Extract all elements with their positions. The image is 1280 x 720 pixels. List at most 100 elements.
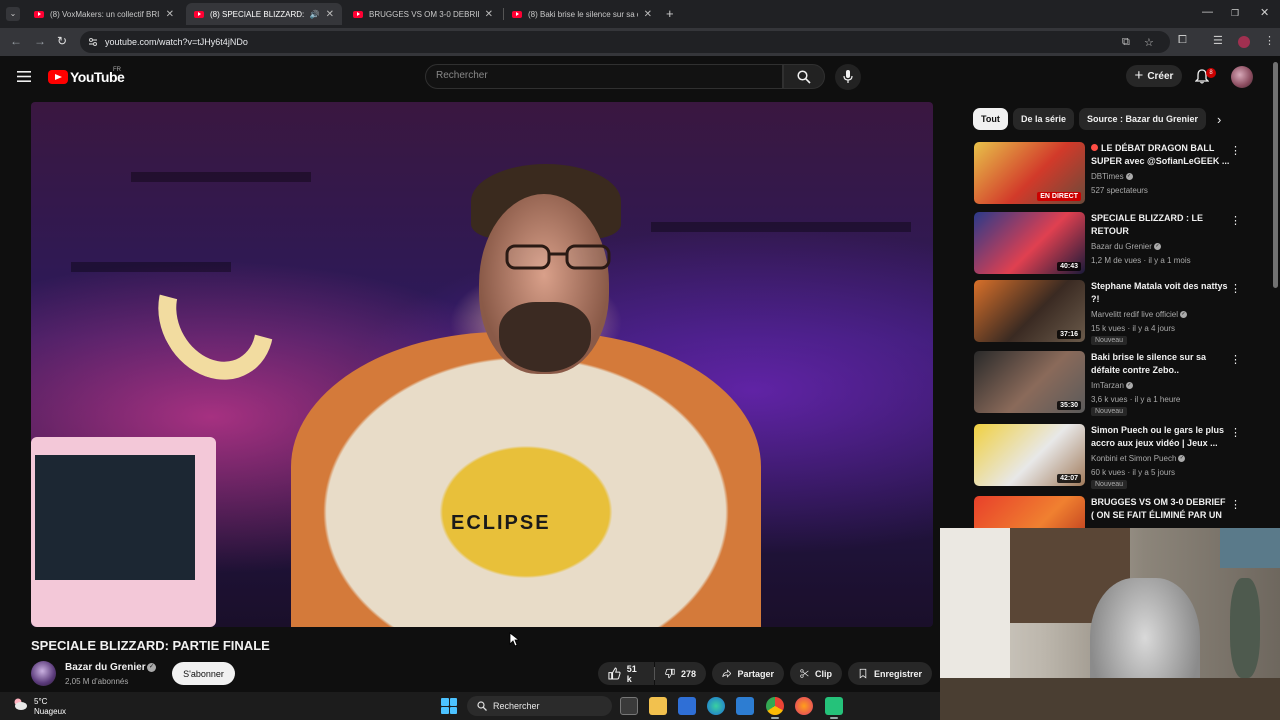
share-button[interactable]: Partager [712,662,784,685]
close-window-icon[interactable]: ✕ [1260,6,1269,19]
clip-button[interactable]: Clip [790,662,842,685]
video-click-surface[interactable] [31,102,933,627]
voice-search-button[interactable] [835,64,861,90]
windows-start-icon[interactable] [441,698,457,714]
video-player[interactable]: ECLIPSE [31,102,933,627]
hamburger-menu-icon[interactable] [17,71,31,82]
more-options-icon[interactable]: ⋮ [1230,426,1241,439]
tab-search-button[interactable]: ⌄ [6,7,20,21]
more-options-icon[interactable]: ⋮ [1230,353,1241,366]
verified-check-icon: ✓ [1125,382,1133,390]
maximize-window-icon[interactable]: ❐ [1231,8,1239,19]
file-explorer-icon[interactable] [649,697,667,715]
tab-speciale-blizzard[interactable]: (8) SPECIALE BLIZZARD: PA... 🔊 ✕ [186,3,342,25]
youtube-logo-icon[interactable] [48,70,68,84]
recommendation-channel-text: DBTimes [1091,172,1124,181]
channel-avatar[interactable] [31,661,56,686]
site-settings-icon[interactable] [88,37,98,47]
address-bar[interactable]: youtube.com/watch?v=tJHy6t4jNDo ⧉ ☆ [80,31,1170,53]
close-tab-icon[interactable]: ✕ [485,9,493,20]
video-duration: 37:16 [1057,330,1081,339]
weather-temperature[interactable]: 5°C [34,697,47,706]
recommendation-title-text: LE DÉBAT DRAGON BALL SUPER avec @SofianL… [1091,143,1230,166]
subscribe-button[interactable]: S'abonner [172,662,235,685]
bookmark-star-icon[interactable]: ☆ [1144,36,1154,49]
video-thumbnail[interactable]: 42:07 [974,424,1085,486]
recommendation-channel[interactable]: ImTarzan ✓ [1091,381,1133,390]
scrollbar[interactable] [1273,62,1278,288]
weather-cloud-icon[interactable] [12,697,28,711]
close-tab-icon[interactable]: ✕ [326,9,334,20]
back-arrow-icon[interactable]: ← [10,34,22,48]
recommendation-meta: 3,6 k vues · il y a 1 heure [1091,395,1181,404]
recommendation-item[interactable]: EN DIRECT LE DÉBAT DRAGON BALL SUPER avec… [974,142,1264,208]
taskbar-search-label: Rechercher [493,701,540,711]
recommendation-channel[interactable]: Konbini et Simon Puech ✓ [1091,454,1186,463]
task-view-icon[interactable] [620,697,638,715]
video-thumbnail[interactable]: 35:30 [974,351,1085,413]
tab-baki[interactable]: (8) Baki brise le silence sur sa d... ✕ [504,3,660,25]
more-options-icon[interactable]: ⋮ [1230,144,1241,157]
search-input[interactable] [436,70,766,81]
recommendation-title[interactable]: Baki brise le silence sur sa défaite con… [1091,351,1231,377]
recommendation-channel[interactable]: DBTimes ✓ [1091,172,1133,181]
microsoft-store-icon[interactable] [678,697,696,715]
reload-icon[interactable]: ↻ [57,34,67,48]
video-thumbnail[interactable]: 40:43 [974,212,1085,274]
recommendation-channel-text: Bazar du Grenier [1091,242,1152,251]
extensions-puzzle-icon[interactable]: ⧠ [1178,34,1187,47]
taskbar-search[interactable]: Rechercher [467,696,612,716]
like-button[interactable]: 51 k [598,662,654,685]
chip-series[interactable]: De la série [1013,108,1075,130]
like-count: 51 k [626,663,637,684]
recommendation-title[interactable]: SPECIALE BLIZZARD : LE RETOUR [1091,212,1231,238]
weather-condition[interactable]: Nuageux [34,707,66,716]
chip-all[interactable]: Tout [973,108,1008,130]
more-options-icon[interactable]: ⋮ [1230,214,1241,227]
recommendation-title-text: BRUGGES VS OM 3-0 DEBRIEF ( ON SE FAIT É… [1091,497,1226,520]
recommendation-item[interactable]: 35:30 Baki brise le silence sur sa défait… [974,351,1264,417]
close-tab-icon[interactable]: ✕ [644,9,652,20]
recommendation-title[interactable]: Simon Puech ou le gars le plus accro aux… [1091,424,1231,450]
account-avatar[interactable] [1231,66,1253,88]
chrome-browser-icon[interactable] [766,697,784,719]
new-tab-plus-icon[interactable]: + [666,6,674,21]
recommendation-title[interactable]: LE DÉBAT DRAGON BALL SUPER avec @SofianL… [1091,142,1231,168]
tab-brugges-om[interactable]: BRUGGES VS OM 3-0 DEBRIEF ✕ [345,3,501,25]
dislike-button[interactable]: 278 [655,662,706,685]
search-box[interactable] [425,64,783,89]
create-button[interactable]: + Créer [1126,65,1182,87]
edge-browser-icon[interactable] [707,697,725,715]
streaming-app-icon[interactable] [825,697,843,719]
tab-search-icon[interactable]: ☰ [1213,34,1223,47]
webcam-poster [1220,528,1280,568]
recommendation-channel[interactable]: Bazar du Grenier ✓ [1091,242,1161,251]
video-duration: 40:43 [1057,262,1081,271]
forward-arrow-icon[interactable]: → [34,34,46,48]
minimize-window-icon[interactable]: — [1202,6,1213,18]
recommendation-title[interactable]: BRUGGES VS OM 3-0 DEBRIEF ( ON SE FAIT É… [1091,496,1231,522]
recommendation-meta: 60 k vues · il y a 5 jours [1091,468,1176,477]
close-tab-icon[interactable]: ✕ [166,9,174,20]
firefox-browser-icon[interactable] [795,697,813,715]
more-options-icon[interactable]: ⋮ [1230,282,1241,295]
profile-avatar[interactable] [1238,36,1250,48]
store-bag-icon[interactable] [736,697,754,715]
recommendation-title[interactable]: Stephane Matala voit des nattys ?! [1091,280,1231,306]
chip-source[interactable]: Source : Bazar du Grenier [1079,108,1207,130]
channel-name[interactable]: Bazar du Grenier [65,662,146,673]
chevron-right-icon[interactable]: › [1217,112,1221,127]
recommendation-channel[interactable]: Marvelitt redif live officiel ✓ [1091,310,1187,319]
save-button[interactable]: Enregistrer [848,662,932,685]
browser-menu-icon[interactable]: ⋮ [1264,34,1275,47]
recommendation-item[interactable]: 37:16 Stephane Matala voit des nattys ?! M… [974,280,1264,346]
video-thumbnail[interactable]: EN DIRECT [974,142,1085,204]
recommendation-item[interactable]: 40:43 SPECIALE BLIZZARD : LE RETOUR Bazar … [974,212,1264,278]
tab-voxmakers[interactable]: (8) VoxMakers: un collectif BRIS... ✕ [26,3,182,25]
cast-icon[interactable]: ⧉ [1122,36,1130,49]
recommendation-item[interactable]: 42:07 Simon Puech ou le gars le plus accr… [974,424,1264,490]
audio-playing-icon[interactable]: 🔊 [310,10,320,19]
search-button[interactable] [783,64,825,89]
video-thumbnail[interactable]: 37:16 [974,280,1085,342]
more-options-icon[interactable]: ⋮ [1230,498,1241,511]
